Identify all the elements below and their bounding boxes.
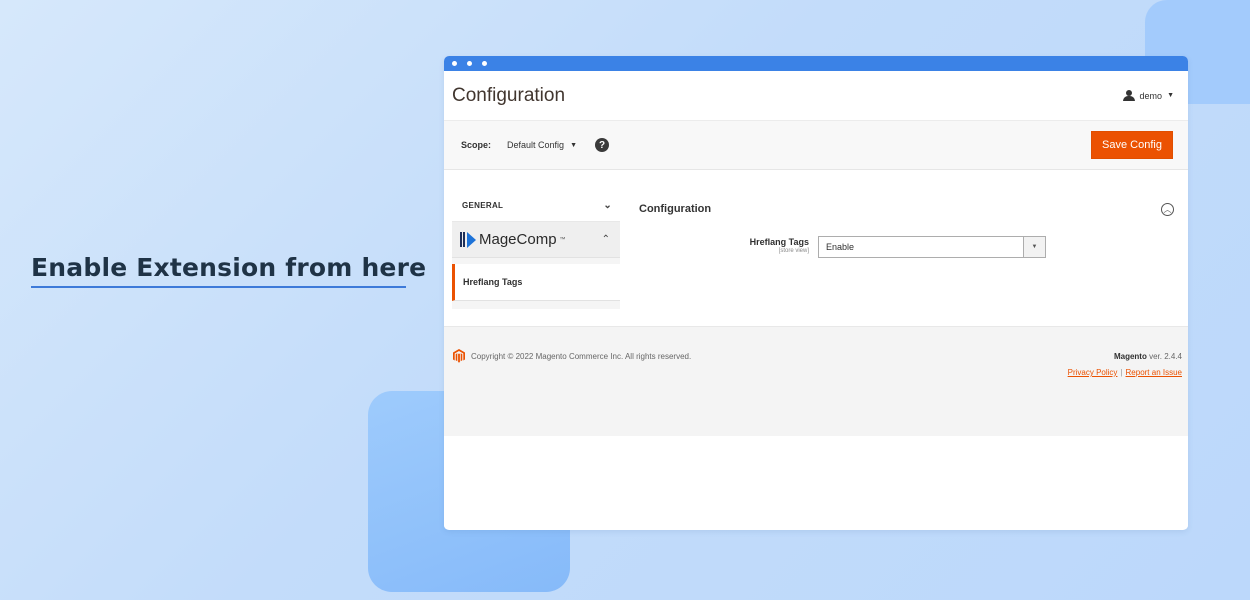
page-header: Configuration demo ▼ xyxy=(444,71,1188,121)
report-issue-link[interactable]: Report an Issue xyxy=(1126,368,1182,377)
browser-window: Configuration demo ▼ Scope: Default Conf… xyxy=(444,56,1188,530)
section-title[interactable]: Configuration xyxy=(639,203,711,215)
user-icon xyxy=(1122,90,1135,101)
user-name: demo xyxy=(1139,90,1163,101)
select-arrow-icon: ▼ xyxy=(1023,237,1045,257)
magento-brand: Magento xyxy=(1113,352,1147,361)
sidebar-item-hreflang-tags[interactable]: Hreflang Tags xyxy=(452,264,620,301)
privacy-policy-link[interactable]: Privacy Policy xyxy=(1068,368,1118,377)
magecomp-logo-icon xyxy=(460,231,476,248)
scope-switcher[interactable]: Default Config xyxy=(507,140,564,150)
field-label-text: Hreflang Tags xyxy=(749,237,809,247)
version-text: ver. 2.4.4 xyxy=(1149,352,1182,361)
help-icon[interactable]: ? xyxy=(595,138,609,152)
trademark-mark: ™ xyxy=(559,236,566,243)
blank-area xyxy=(444,436,1188,529)
magento-logo-icon xyxy=(453,349,465,363)
headline-underline xyxy=(31,286,406,288)
copyright-text: Copyright © 2022 Magento Commerce Inc. A… xyxy=(471,351,692,361)
field-scope-text: [store view] xyxy=(778,248,809,254)
scope-bar: Scope: Default Config ▼ ? Save Config xyxy=(444,121,1188,170)
window-titlebar xyxy=(444,56,1188,71)
scope-label: Scope: xyxy=(461,140,492,150)
collapse-icon[interactable]: ︿ xyxy=(1161,203,1174,216)
page-title: Configuration xyxy=(452,84,566,106)
window-dot-icon xyxy=(452,61,457,66)
sidebar-item-label: GENERAL xyxy=(462,200,504,210)
page-footer: Copyright © 2022 Magento Commerce Inc. A… xyxy=(444,326,1188,436)
window-dot-icon xyxy=(467,61,472,66)
banner-headline: Enable Extension from here xyxy=(31,253,427,282)
window-dot-icon xyxy=(482,61,487,66)
config-content: GENERAL ⌄ MageComp ™ ⌃ Hreflang Tags Con… xyxy=(444,170,1188,326)
caret-down-icon[interactable]: ▼ xyxy=(570,142,577,149)
link-separator: | xyxy=(1120,368,1123,377)
chevron-up-icon: ⌃ xyxy=(601,234,610,245)
user-menu[interactable]: demo ▼ xyxy=(1122,90,1174,101)
caret-down-icon: ▼ xyxy=(1167,92,1174,99)
magecomp-logo-text: MageComp xyxy=(479,231,557,248)
save-config-button[interactable]: Save Config xyxy=(1091,131,1173,159)
config-sidebar: GENERAL ⌄ MageComp ™ ⌃ Hreflang Tags xyxy=(452,189,620,309)
select-value: Enable xyxy=(826,242,855,252)
version-info: Magento ver. 2.4.4 xyxy=(1068,349,1182,365)
chevron-down-icon: ⌄ xyxy=(603,199,612,211)
hreflang-select[interactable]: Enable ▼ xyxy=(818,236,1046,258)
hreflang-field-label: Hreflang Tags [store view] xyxy=(724,237,809,254)
sidebar-item-general[interactable]: GENERAL ⌄ xyxy=(452,189,620,222)
sidebar-item-magecomp[interactable]: MageComp ™ ⌃ xyxy=(452,222,620,258)
magecomp-logo: MageComp ™ xyxy=(460,231,566,248)
